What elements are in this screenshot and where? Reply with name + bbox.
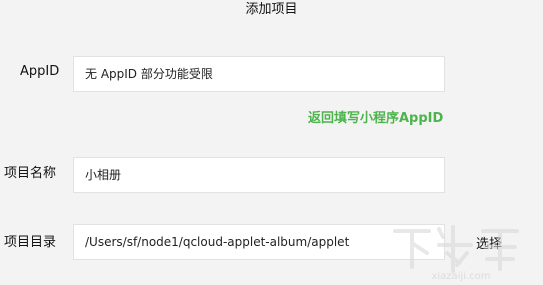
return-appid-link[interactable]: 返回填写小程序AppID: [308, 107, 443, 126]
project-name-label: 项目名称: [4, 166, 57, 181]
page-title: 添加项目: [245, 2, 298, 17]
svg-text:xiazaiji.com: xiazaiji.com: [431, 271, 490, 281]
appid-label: AppID: [20, 64, 60, 79]
project-name-field[interactable]: 小相册: [73, 157, 445, 193]
watermark-logo: xiazaiji.com: [393, 225, 519, 281]
appid-field[interactable]: 无 AppID 部分功能受限: [73, 56, 445, 92]
project-directory-label: 项目目录: [4, 235, 57, 250]
